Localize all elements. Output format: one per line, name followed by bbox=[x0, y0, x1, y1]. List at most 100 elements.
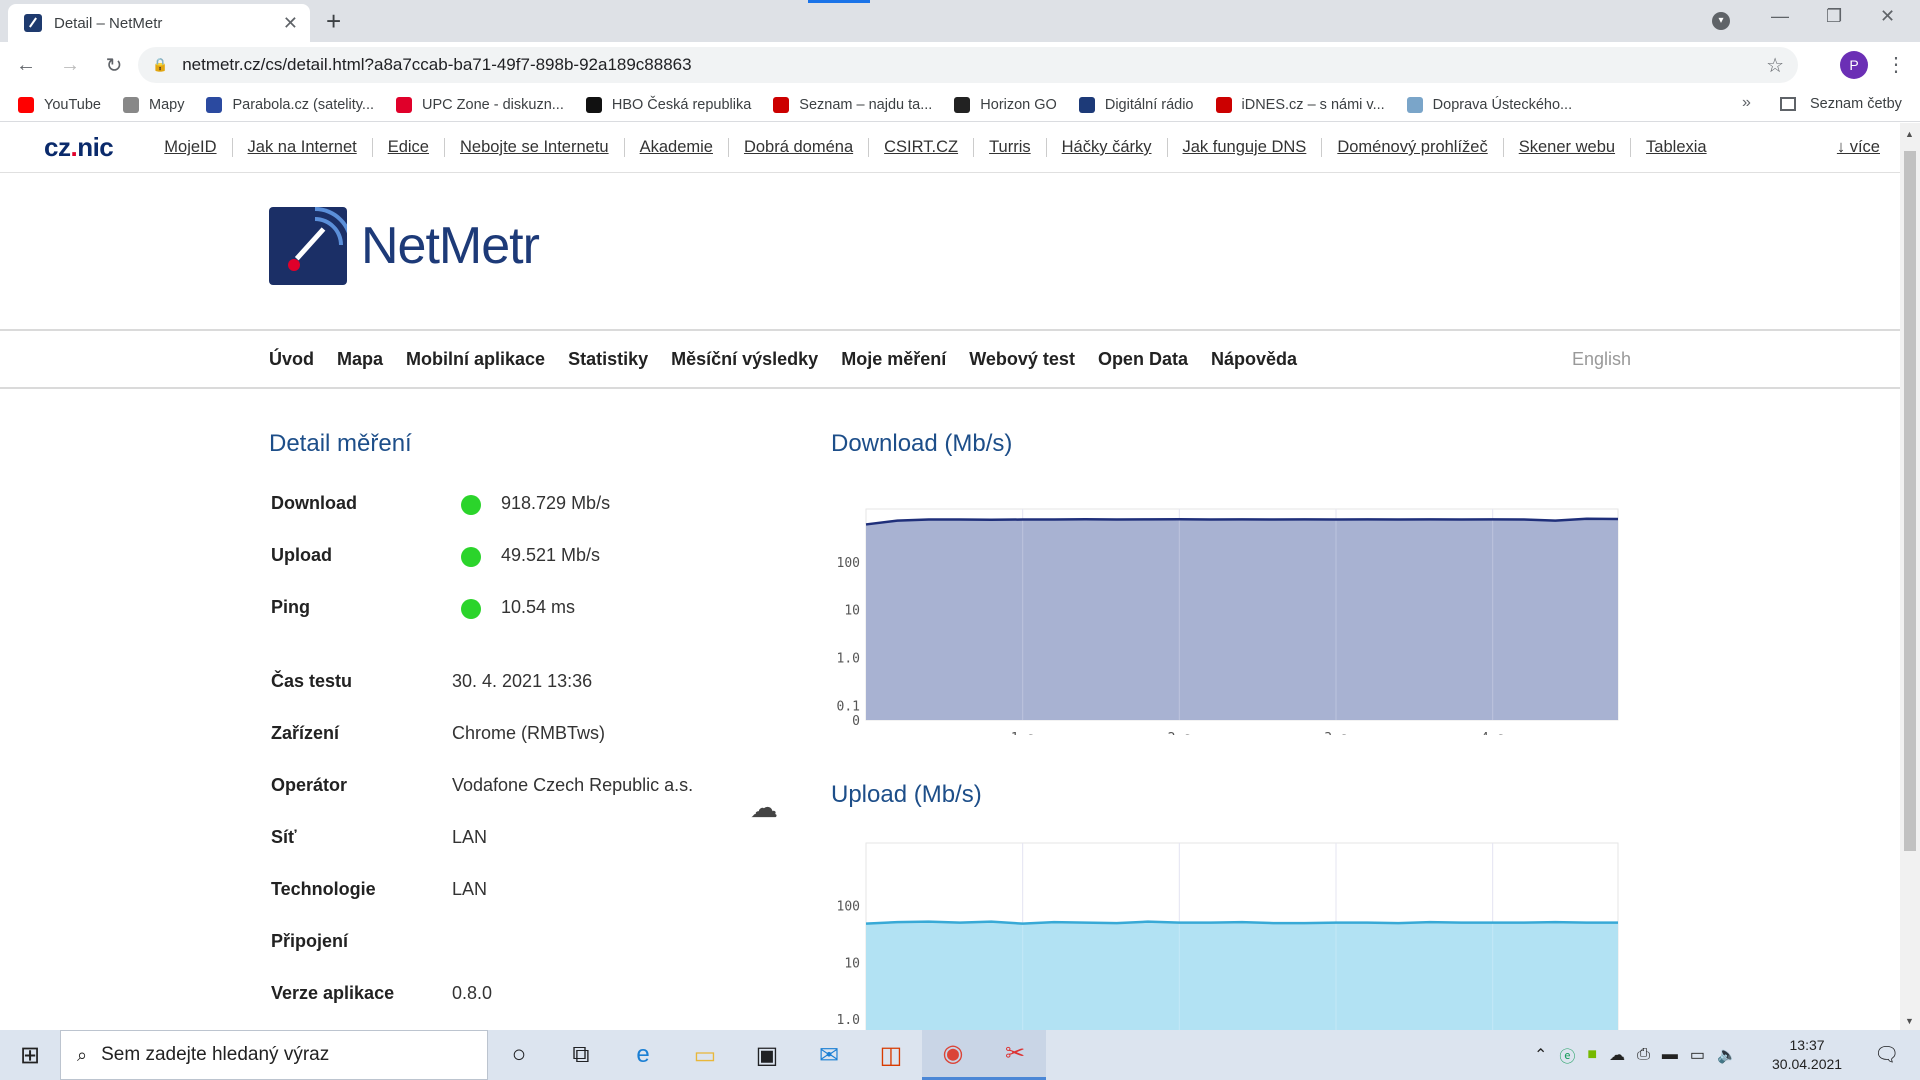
cznic-link[interactable]: Dobrá doména bbox=[729, 138, 870, 157]
main-nav-item[interactable]: Úvod bbox=[269, 349, 314, 370]
taskbar-search[interactable]: ⌕ Sem zadejte hledaný výraz bbox=[60, 1030, 488, 1080]
browser-menu-icon[interactable]: ⋮ bbox=[1886, 52, 1906, 77]
area-fill bbox=[866, 518, 1618, 720]
cznic-link[interactable]: Skener webu bbox=[1504, 138, 1632, 157]
volume-icon[interactable]: 🔈 bbox=[1717, 1045, 1737, 1065]
bookmark-label: UPC Zone - diskuzn... bbox=[422, 96, 564, 113]
mail-icon[interactable]: ✉ bbox=[798, 1030, 860, 1080]
windows-start-icon[interactable]: ⊞ bbox=[0, 1030, 60, 1080]
bookmark-item[interactable]: HBO Česká republika bbox=[585, 96, 751, 113]
snipping-tool-icon[interactable]: ✂ bbox=[984, 1030, 1046, 1080]
seznam-icon bbox=[773, 96, 790, 113]
main-nav-item[interactable]: Statistiky bbox=[568, 349, 648, 370]
reload-icon[interactable]: ↻ bbox=[96, 53, 132, 78]
battery-icon[interactable]: ▬ bbox=[1662, 1046, 1678, 1064]
cznic-link[interactable]: CSIRT.CZ bbox=[869, 138, 975, 157]
y-tick-label: 1.0 bbox=[837, 652, 860, 667]
info-value: 30. 4. 2021 13:36 bbox=[452, 671, 593, 691]
tray-nvidia-icon[interactable]: ■ bbox=[1587, 1046, 1597, 1064]
cznic-logo[interactable]: cz.nic bbox=[44, 132, 114, 163]
bookmarks-bar: YouTube Mapy Parabola.cz (satelity... UPC Z… bbox=[0, 88, 1920, 122]
store-icon[interactable]: ▣ bbox=[736, 1030, 798, 1080]
main-nav-item[interactable]: Nápověda bbox=[1211, 349, 1297, 370]
upload-chart-title: Upload (Mb/s) bbox=[831, 781, 982, 808]
main-nav-item[interactable]: Mobilní aplikace bbox=[406, 349, 545, 370]
cznic-link[interactable]: Jak na Internet bbox=[233, 138, 373, 157]
chrome-icon[interactable]: ◉ bbox=[922, 1030, 984, 1080]
bookmark-item[interactable]: Horizon GO bbox=[954, 96, 1057, 113]
lock-icon[interactable]: 🔒 bbox=[152, 57, 168, 73]
cznic-link[interactable]: Turris bbox=[974, 138, 1047, 157]
back-arrow-icon[interactable]: ← bbox=[8, 54, 44, 77]
cznic-link[interactable]: Háčky čárky bbox=[1047, 138, 1168, 157]
page-scrollbar[interactable]: ▲ ▼ bbox=[1900, 123, 1920, 1030]
forward-arrow-icon[interactable]: → bbox=[52, 54, 88, 77]
cznic-link[interactable]: Doménový prohlížeč bbox=[1322, 138, 1504, 157]
bookmark-item[interactable]: iDNES.cz – s námi v... bbox=[1215, 96, 1385, 113]
main-navigation: Úvod Mapa Mobilní aplikace Statistiky Měsíčn… bbox=[0, 329, 1900, 389]
reading-list-icon bbox=[1780, 97, 1796, 111]
windows-taskbar: ⊞ ⌕ Sem zadejte hledaný výraz ○ ⧉ e ▭ ▣ … bbox=[0, 1030, 1920, 1080]
browser-tab[interactable]: Detail – NetMetr ✕ bbox=[8, 4, 310, 42]
notification-icon[interactable]: 🗨 bbox=[1874, 1042, 1899, 1067]
bookmark-item[interactable]: Mapy bbox=[122, 96, 184, 113]
bookmark-item[interactable]: UPC Zone - diskuzn... bbox=[396, 96, 564, 113]
bookmark-label: YouTube bbox=[44, 96, 101, 113]
url-text[interactable]: netmetr.cz/cs/detail.html?a8a7ccab-ba71-… bbox=[182, 55, 691, 75]
edge-icon[interactable]: e bbox=[612, 1030, 674, 1080]
file-explorer-icon[interactable]: ▭ bbox=[674, 1030, 736, 1080]
bookmark-item[interactable]: Doprava Ústeckého... bbox=[1406, 96, 1572, 113]
task-view-icon[interactable]: ⧉ bbox=[550, 1030, 612, 1080]
main-nav-item[interactable]: Moje měření bbox=[841, 349, 946, 370]
main-nav-item[interactable]: Open Data bbox=[1098, 349, 1188, 370]
network-icon[interactable]: ▭ bbox=[1690, 1045, 1705, 1065]
netmetr-brand[interactable]: NetMetr bbox=[269, 207, 540, 285]
result-value: 10.54 ms bbox=[501, 597, 576, 617]
onedrive-icon[interactable]: ☁ bbox=[1609, 1045, 1625, 1065]
bookmark-item[interactable]: Digitální rádio bbox=[1078, 96, 1194, 113]
office-icon[interactable]: ◫ bbox=[860, 1030, 922, 1080]
cznic-link[interactable]: Tablexia bbox=[1631, 138, 1722, 157]
more-bookmarks-button[interactable]: » bbox=[1742, 94, 1751, 112]
scroll-down-icon[interactable]: ▼ bbox=[1905, 1016, 1914, 1026]
language-switch[interactable]: English bbox=[1572, 349, 1631, 370]
cznic-link[interactable]: Edice bbox=[373, 138, 445, 157]
bookmark-star-icon[interactable]: ☆ bbox=[1766, 53, 1784, 78]
address-bar[interactable]: 🔒 netmetr.cz/cs/detail.html?a8a7ccab-ba7… bbox=[138, 47, 1798, 83]
cznic-link[interactable]: Akademie bbox=[625, 138, 729, 157]
new-tab-button[interactable]: + bbox=[326, 6, 341, 37]
main-nav-item[interactable]: Webový test bbox=[969, 349, 1075, 370]
cortana-icon[interactable]: ○ bbox=[488, 1030, 550, 1080]
profile-avatar[interactable]: P bbox=[1840, 51, 1868, 79]
tray-edge-icon[interactable]: ⓔ bbox=[1559, 1043, 1575, 1067]
scroll-up-icon[interactable]: ▲ bbox=[1905, 129, 1914, 139]
cznic-link[interactable]: MojeID bbox=[149, 138, 233, 157]
tab-search-icon[interactable]: ▾ bbox=[1712, 12, 1730, 30]
cznic-link[interactable]: Nebojte se Internetu bbox=[445, 138, 625, 157]
close-tab-icon[interactable]: ✕ bbox=[283, 13, 298, 34]
main-nav-item[interactable]: Mapa bbox=[337, 349, 383, 370]
info-label: Čas testu bbox=[271, 671, 353, 691]
taskbar-clock[interactable]: 13:37 30.04.2021 bbox=[1772, 1036, 1842, 1074]
info-value: Vodafone Czech Republic a.s. bbox=[452, 775, 694, 795]
reading-list-button[interactable]: Seznam četby bbox=[1780, 96, 1902, 112]
window-close-icon[interactable]: ✕ bbox=[1880, 6, 1895, 27]
restore-icon[interactable]: ❐ bbox=[1826, 6, 1842, 27]
scrollbar-thumb[interactable] bbox=[1904, 151, 1916, 851]
clock-date: 30.04.2021 bbox=[1772, 1056, 1843, 1072]
bookmark-item[interactable]: Parabola.cz (satelity... bbox=[206, 96, 374, 113]
tray-chevron-icon[interactable]: ⌃ bbox=[1534, 1045, 1547, 1065]
cznic-link[interactable]: Jak funguje DNS bbox=[1168, 138, 1323, 157]
radio-icon bbox=[1078, 96, 1095, 113]
browser-toolbar: ← → ↻ 🔒 netmetr.cz/cs/detail.html?a8a7cc… bbox=[0, 42, 1920, 88]
cznic-more-link[interactable]: ↓ více bbox=[1837, 138, 1880, 157]
netmetr-logo-icon bbox=[269, 207, 347, 285]
main-nav-item[interactable]: Měsíční výsledky bbox=[671, 349, 818, 370]
bookmark-item[interactable]: YouTube bbox=[18, 96, 101, 113]
tray-device-icon[interactable]: ⎙ bbox=[1637, 1046, 1650, 1064]
y-tick-label: 1.0 bbox=[837, 1013, 860, 1028]
minimize-icon[interactable]: — bbox=[1771, 6, 1789, 27]
tab-strip-accent bbox=[808, 0, 870, 3]
bookmark-item[interactable]: Seznam – najdu ta... bbox=[773, 96, 932, 113]
y-tick-label: 0 bbox=[852, 714, 860, 729]
